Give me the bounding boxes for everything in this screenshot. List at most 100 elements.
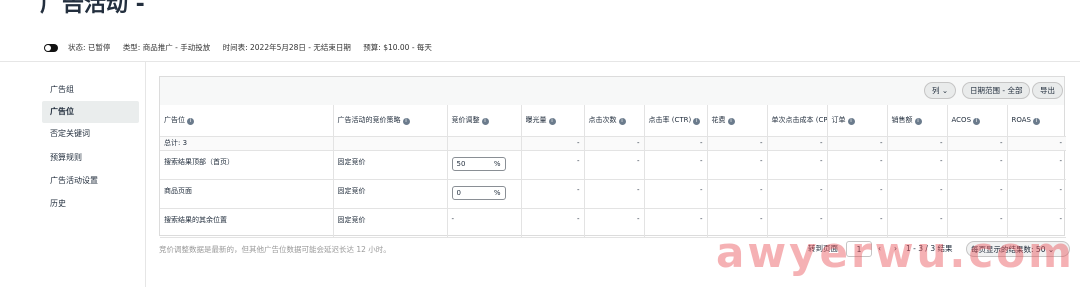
export-button[interactable]: 导出 <box>1032 82 1063 99</box>
metric-cell: - <box>887 179 948 209</box>
metric-cell: - <box>521 150 585 180</box>
header-label: 点击次数 <box>588 116 617 125</box>
header-label: 销售额 <box>891 116 913 125</box>
percent-sign: % <box>493 159 501 168</box>
placement-name: 搜索结果顶部（首页） <box>160 150 334 180</box>
metric-cell: - <box>767 179 828 209</box>
watermark: awyerwu.com <box>716 228 1075 277</box>
column-header[interactable]: ACOS i <box>947 105 1008 137</box>
column-header[interactable]: 订单 i <box>827 105 888 137</box>
campaign-meta: 状态: 已暂停 类型: 商品推广 - 手动投放 时间表: 2022年5月28日 … <box>68 42 442 53</box>
info-icon[interactable]: i <box>727 118 735 126</box>
date-range-button[interactable]: 日期范围 - 全部 <box>962 82 1031 99</box>
metric-cell: - <box>767 136 828 151</box>
placements-table: 广告位 i 广告活动的竞价策略 i 竞价调整 i 曝光量 i 点击次数 i 点击率 (CT… <box>160 105 1066 238</box>
column-header[interactable]: 点击次数 i <box>584 105 645 137</box>
placement-name: 搜索结果的其余位置 <box>160 208 334 238</box>
metric-cell: - <box>644 150 708 180</box>
metric-cell: - <box>1007 136 1066 151</box>
info-icon[interactable]: i <box>914 118 922 126</box>
metric-cell: - <box>707 179 768 209</box>
metric-cell: - <box>521 208 585 238</box>
table-row: 商品页面 固定竞价 0% - - - - - - - - - <box>160 179 1066 209</box>
metric-cell: - <box>707 136 768 151</box>
info-icon[interactable]: i <box>973 117 981 125</box>
column-header[interactable]: 广告活动的竞价策略 i <box>333 105 448 137</box>
bid-adjustment-input[interactable]: 0% <box>451 185 506 200</box>
info-icon[interactable]: i <box>481 118 489 126</box>
type-text: 类型: 商品推广 - 手动投放 <box>122 43 211 52</box>
info-icon[interactable]: i <box>548 118 556 126</box>
bid-value: 0 <box>456 188 461 197</box>
metric-cell: - <box>584 208 645 238</box>
column-header[interactable]: 竞价调整 i <box>447 105 522 137</box>
metric-cell: - <box>1007 179 1066 209</box>
header-label: 广告活动的竞价策略 <box>337 116 401 125</box>
sidebar-item-negative-keywords[interactable]: 否定关键词 <box>46 123 141 145</box>
campaign-status-toggle[interactable] <box>44 44 58 52</box>
column-header[interactable]: 点击率 (CTR) i <box>644 105 708 137</box>
column-header[interactable]: 广告位 i <box>160 105 334 137</box>
table-row: 搜索结果顶部（首页） 固定竞价 50% - - - - - - - - - <box>160 150 1066 180</box>
metric-cell: - <box>1007 150 1066 180</box>
metric-cell: - <box>584 179 645 209</box>
sidebar-item-campaign-settings[interactable]: 广告活动设置 <box>46 170 141 192</box>
total-label: 总计: 3 <box>160 136 334 151</box>
info-icon[interactable]: i <box>618 118 626 126</box>
header-label: ACOS <box>951 115 972 124</box>
empty-cell <box>447 136 522 151</box>
metric-cell: - <box>947 136 1008 151</box>
metric-cell: - <box>947 179 1008 209</box>
metric-cell: - <box>644 179 708 209</box>
bid-adjustment-value: - <box>447 208 522 238</box>
chevron-down-icon: ⌄ <box>941 86 949 95</box>
header-label: 竞价调整 <box>451 116 480 125</box>
columns-button[interactable]: 列 ⌄ <box>924 82 957 99</box>
table-toolbar: 列 ⌄ 日期范围 - 全部 导出 <box>160 77 1064 105</box>
bidding-strategy: 固定竞价 <box>333 208 448 238</box>
metric-cell: - <box>827 136 888 151</box>
column-header[interactable]: 销售额 i <box>887 105 948 137</box>
metric-cell: - <box>767 150 828 180</box>
bidding-strategy: 固定竞价 <box>333 179 448 209</box>
metric-cell: - <box>584 150 645 180</box>
sidebar-item-placements[interactable]: 广告位 <box>42 101 139 123</box>
bid-adjustment-cell: 50% <box>447 150 522 180</box>
metric-cell: - <box>947 150 1008 180</box>
sidebar-item-budget-rules[interactable]: 预算规则 <box>46 147 141 169</box>
percent-sign: % <box>493 188 501 197</box>
bidding-strategy: 固定竞价 <box>333 150 448 180</box>
info-icon[interactable]: i <box>187 118 194 126</box>
budget-text: 预算: $10.00 - 每天 <box>363 43 432 52</box>
metric-cell: - <box>887 150 948 180</box>
header-label: 单次点击成本 (CPC) <box>771 116 827 125</box>
column-header[interactable]: 单次点击成本 (CPC) <box>767 105 828 137</box>
data-delay-note: 竞价调整数据是最新的，但其他广告位数据可能会延迟长达 12 小时。 <box>159 245 391 254</box>
table-header-row: 广告位 i 广告活动的竞价策略 i 竞价调整 i 曝光量 i 点击次数 i 点击率 (CT… <box>160 105 1066 137</box>
status-text: 状态: 已暂停 <box>68 43 111 52</box>
column-header[interactable]: 花费 i <box>707 105 768 137</box>
bid-value: 50 <box>456 159 466 168</box>
metric-cell: - <box>644 208 708 238</box>
header-label: 订单 <box>831 116 846 125</box>
header-label: 广告位 <box>164 116 185 125</box>
page-title: 广告活动 - <box>40 0 145 17</box>
bid-adjustment-input[interactable]: 50% <box>451 156 506 171</box>
column-header[interactable]: 曝光量 i <box>521 105 585 137</box>
metric-cell: - <box>521 136 585 151</box>
columns-label: 列 <box>932 86 940 95</box>
placements-panel: 列 ⌄ 日期范围 - 全部 导出 广告位 i 广告活动的竞价策略 i 竞价调整 i 曝… <box>159 76 1066 238</box>
metric-cell: - <box>827 179 888 209</box>
info-icon[interactable]: i <box>693 118 701 126</box>
info-icon[interactable]: i <box>847 118 855 126</box>
info-icon[interactable]: i <box>1032 117 1040 125</box>
metric-cell: - <box>644 136 708 151</box>
info-icon[interactable]: i <box>402 118 410 126</box>
bid-adjustment-cell: 0% <box>447 179 522 209</box>
schedule-text: 时间表: 2022年5月28日 - 无结束日期 <box>222 43 351 52</box>
sidebar: 广告组 广告位 否定关键词 预算规则 广告活动设置 历史 <box>33 62 146 287</box>
column-header[interactable]: ROAS i <box>1007 105 1066 137</box>
sidebar-item-ad-groups[interactable]: 广告组 <box>46 79 141 101</box>
sidebar-item-history[interactable]: 历史 <box>46 193 141 215</box>
metric-cell: - <box>827 150 888 180</box>
